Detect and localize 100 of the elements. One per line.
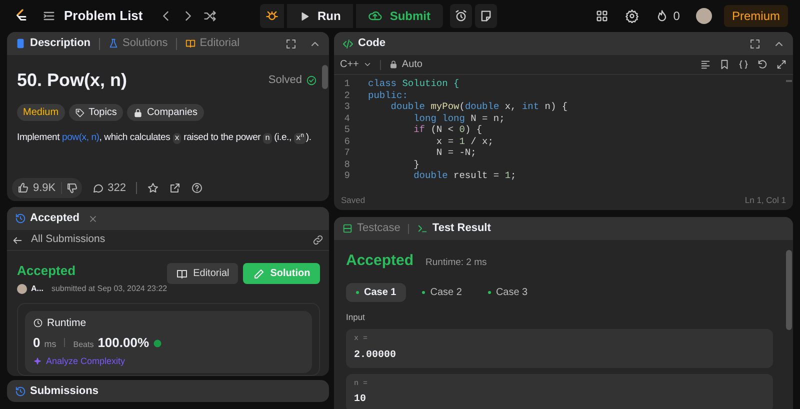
panel-tab[interactable]: Description: [15, 35, 91, 52]
panel-tab[interactable]: Accepted: [15, 210, 80, 227]
submissions-bar[interactable]: Submissions: [7, 380, 329, 402]
input-label: Input: [346, 310, 366, 324]
avatar[interactable]: [696, 8, 712, 24]
debug-button[interactable]: [260, 4, 284, 28]
submission-status: Accepted: [17, 262, 77, 280]
runtime-value: 0: [33, 334, 40, 352]
statement-link[interactable]: pow(x, n): [62, 132, 100, 143]
note-icon: [478, 9, 493, 23]
layout-icon[interactable]: [595, 9, 610, 23]
edit-icon: [253, 268, 266, 280]
back-link[interactable]: All Submissions: [12, 232, 106, 248]
avatar: [17, 284, 27, 294]
lock-icon: [132, 108, 143, 118]
beats-value: 100.00%: [98, 334, 150, 352]
expand-icon[interactable]: [776, 59, 787, 70]
solved-status: Solved: [268, 72, 317, 89]
thumbs-up-icon: [17, 182, 29, 194]
star-icon[interactable]: [147, 182, 159, 194]
flask-icon: [108, 38, 119, 49]
comments-button[interactable]: 322: [92, 180, 126, 196]
code-line: long long N = n;: [412, 112, 505, 124]
verdict-text: Accepted: [346, 251, 414, 271]
code-line: }: [412, 158, 420, 170]
code-line: public:: [367, 90, 408, 101]
braces-icon[interactable]: [738, 59, 749, 70]
language-dropdown[interactable]: C++: [340, 57, 372, 72]
tag-button[interactable]: Topics: [68, 104, 123, 121]
sparkle-icon: [33, 357, 42, 366]
line-number: 4: [343, 112, 351, 124]
alarm-clock-icon: [454, 9, 468, 23]
align-icon[interactable]: [700, 59, 711, 70]
submission-time: submitted at Sep 03, 2024 23:22: [51, 282, 168, 294]
bookmark-icon[interactable]: [719, 59, 730, 70]
timer-button[interactable]: [450, 4, 472, 28]
premium-button[interactable]: Premium: [724, 5, 788, 27]
case-tab[interactable]: Case 1: [346, 282, 406, 302]
line-number: 5: [343, 124, 351, 136]
panel-tab[interactable]: Solutions: [108, 35, 168, 52]
panel-tab[interactable]: Testcase: [342, 220, 400, 237]
book-icon: [176, 268, 188, 280]
line-number: 7: [343, 147, 351, 158]
help-icon[interactable]: [191, 182, 203, 194]
checkbox-icon: [342, 223, 353, 234]
code-line: x = 1 / x;: [435, 136, 494, 147]
runtime-unit: ms: [44, 338, 56, 352]
badge-icon: [153, 338, 162, 348]
line-number: 2: [343, 90, 351, 101]
problem-title: 50. Pow(x, n): [17, 69, 128, 92]
streak-counter[interactable]: 0: [655, 7, 680, 25]
share-icon[interactable]: [169, 182, 181, 194]
code-line: double myPow(double x, int n) {: [390, 101, 568, 112]
line-number: 9: [343, 170, 351, 182]
difficulty-tag[interactable]: Medium: [17, 104, 65, 121]
arrow-left-icon: [12, 234, 23, 246]
undo-icon[interactable]: [757, 59, 768, 70]
list-icon: [42, 9, 56, 23]
document-icon: [15, 38, 26, 49]
cloud-upload-icon: [368, 9, 382, 23]
close-icon[interactable]: [88, 214, 98, 224]
mode-button[interactable]: Auto: [388, 57, 422, 72]
editorial-button[interactable]: Editorial: [167, 263, 238, 284]
book-icon: [184, 38, 196, 49]
thumbs-down-icon: [66, 182, 78, 194]
problem-list-button[interactable]: Problem List: [42, 6, 143, 26]
code-line: N = -N;: [435, 147, 476, 158]
history-icon: [15, 386, 26, 396]
panel-tab[interactable]: Test Result: [417, 220, 491, 237]
run-button[interactable]: Run: [286, 4, 353, 28]
code-line: double result = 1;: [412, 170, 516, 182]
code-line: if (N < 0) {: [412, 124, 482, 136]
runtime-text: Runtime: 2 ms: [426, 256, 487, 270]
line-number: 6: [343, 136, 351, 147]
problem-statement: Implement pow(x, n), which calculates x raised to the power n (i.e., x$^{n}$ ).: [17, 131, 312, 146]
fullscreen-icon[interactable]: [749, 38, 761, 50]
tag-button[interactable]: Companies: [126, 104, 204, 121]
panel-tab[interactable]: Editorial: [184, 35, 240, 52]
settings-icon[interactable]: [625, 9, 640, 23]
line-number: 3: [343, 101, 351, 112]
beats-label: Beats: [73, 339, 94, 352]
clock-icon: [33, 318, 43, 328]
user-name[interactable]: A...: [31, 282, 44, 294]
runtime-label: Runtime: [47, 316, 86, 330]
lock-icon: [388, 60, 398, 69]
line-number: 1: [343, 78, 351, 90]
chevron-down-icon: [362, 60, 372, 69]
fullscreen-icon[interactable]: [285, 38, 297, 50]
case-tab[interactable]: Case 3: [478, 282, 538, 302]
submit-button[interactable]: Submit: [356, 4, 443, 28]
notes-button[interactable]: [474, 4, 497, 28]
check-circle-icon: [306, 75, 317, 86]
input-value: 10: [354, 392, 368, 407]
code-line: class Solution {: [367, 78, 460, 90]
panel-title: Submissions: [30, 384, 98, 399]
link-icon[interactable]: [312, 234, 324, 246]
case-tab[interactable]: Case 2: [412, 282, 472, 302]
history-icon: [15, 213, 26, 224]
line-number: 8: [343, 158, 351, 170]
save-status: Saved: [341, 194, 366, 206]
